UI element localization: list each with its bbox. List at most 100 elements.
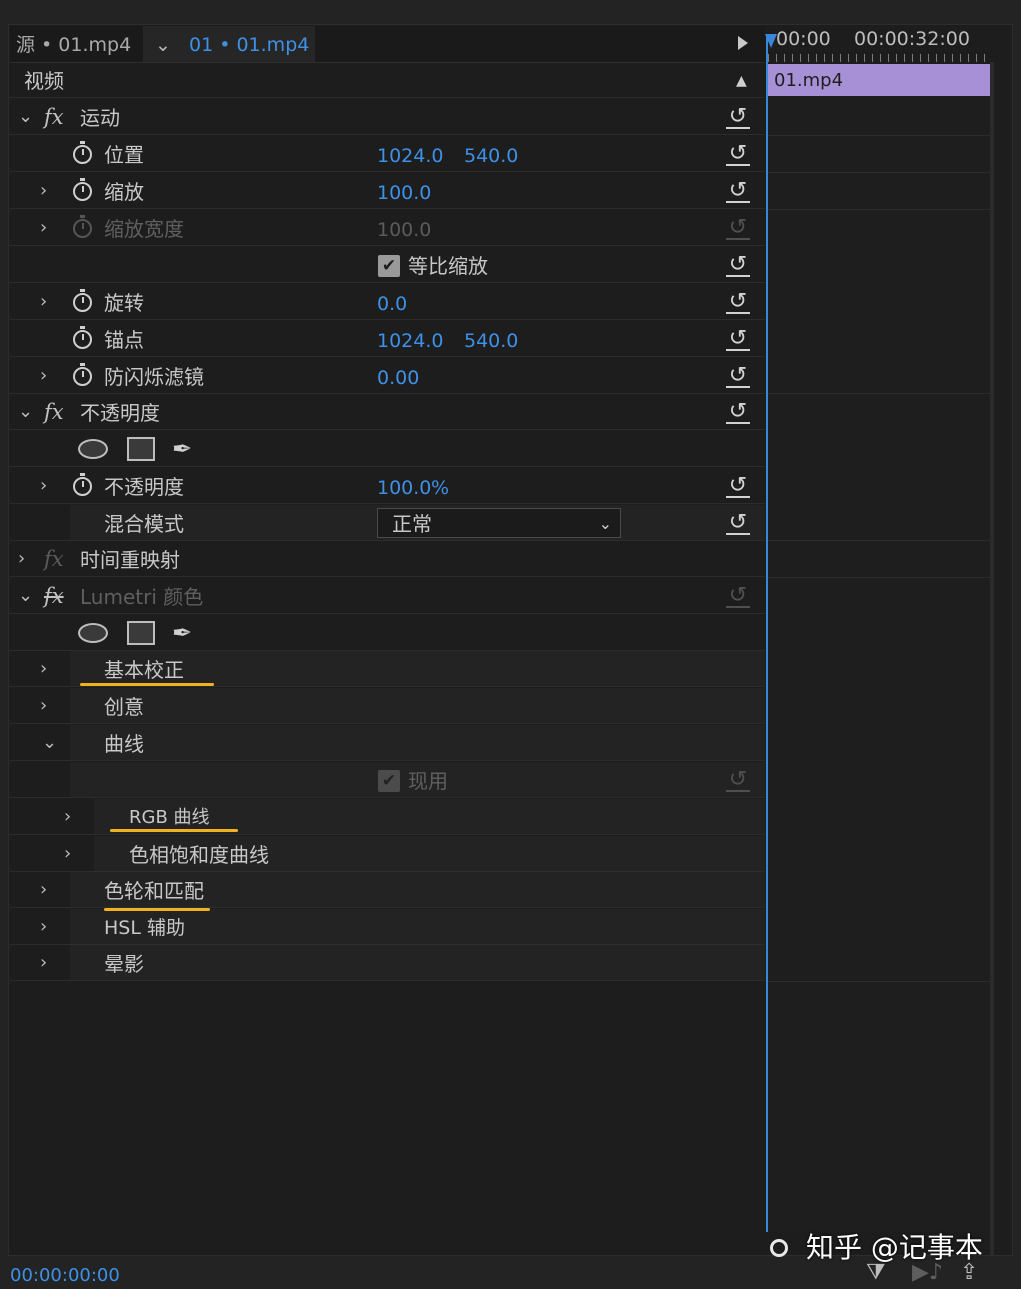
chevron-down-icon[interactable]: ⌄ [155, 26, 171, 64]
ellipse-mask-icon[interactable] [78, 439, 108, 459]
lumetri-creative-label: 创意 [104, 695, 144, 719]
rectangle-mask-icon[interactable] [127, 621, 155, 645]
chevron-down-icon: ⌄ [598, 514, 612, 533]
scale-width-value: 100.0 [377, 219, 432, 241]
param-anti-flicker-label: 防闪烁滤镜 [104, 365, 204, 389]
chevron-right-icon[interactable]: › [40, 909, 47, 945]
reset-icon[interactable]: ↺ [726, 327, 750, 351]
fx-icon[interactable]: fx [44, 99, 64, 136]
uniform-scale-label: 等比缩放 [408, 254, 488, 278]
play-only-arrow-icon[interactable] [738, 36, 748, 50]
anchor-y-value[interactable]: 540.0 [464, 321, 518, 361]
effect-opacity-row[interactable]: ⌄ fx 不透明度 ↺ [10, 394, 765, 430]
position-y-value[interactable]: 540.0 [464, 136, 518, 176]
param-opacity-label: 不透明度 [104, 475, 184, 499]
tab-source[interactable]: 源 • 01.mp4 [16, 26, 131, 62]
uniform-scale-checkbox[interactable]: ✔ [378, 255, 400, 277]
pen-mask-icon[interactable]: ✒ [172, 615, 192, 651]
hue-sat-curves-label: 色相饱和度曲线 [129, 843, 269, 867]
chevron-down-icon[interactable]: ⌄ [18, 394, 33, 430]
reset-icon[interactable]: ↺ [726, 142, 750, 166]
curves-enable-checkbox[interactable]: ✔ [378, 770, 400, 792]
chevron-down-icon[interactable]: ⌄ [42, 725, 57, 761]
effect-motion-row[interactable]: ⌄ fx 运动 ↺ [10, 99, 765, 135]
lumetri-vignette-row[interactable]: › 晕影 [10, 945, 765, 981]
effect-lumetri-label: Lumetri 颜色 [80, 585, 204, 609]
lumetri-color-wheels-row[interactable]: › 色轮和匹配 [10, 872, 765, 908]
effect-time-remap-row[interactable]: › fx 时间重映射 [10, 541, 765, 577]
reset-icon[interactable]: ↺ [726, 511, 750, 535]
timeline-scrollbar[interactable] [990, 62, 994, 1256]
scale-value[interactable]: 100.0 [377, 173, 431, 213]
highlight-underline [104, 908, 210, 911]
stopwatch-icon[interactable] [73, 363, 92, 386]
reset-icon[interactable]: ↺ [726, 179, 750, 203]
pen-mask-icon[interactable]: ✒ [172, 431, 192, 467]
reset-icon: ↺ [726, 216, 750, 240]
reset-icon[interactable]: ↺ [726, 253, 750, 277]
anti-flicker-value[interactable]: 0.00 [377, 358, 419, 398]
lumetri-hsl-row[interactable]: › HSL 辅助 [10, 909, 765, 945]
collapse-up-icon[interactable]: ▲ [736, 62, 747, 100]
param-scale-label: 缩放 [104, 180, 144, 204]
lumetri-mask-tools-row: ✒ [10, 615, 765, 651]
chevron-down-icon[interactable]: ⌄ [18, 578, 33, 614]
param-position-row: 位置 1024.0 540.0 ↺ [10, 136, 765, 172]
chevron-right-icon[interactable]: › [40, 468, 47, 504]
effect-time-remap-label: 时间重映射 [80, 548, 180, 572]
stopwatch-icon[interactable] [73, 289, 92, 312]
rotation-value[interactable]: 0.0 [377, 284, 407, 324]
reset-icon: ↺ [726, 768, 750, 792]
chevron-right-icon[interactable]: › [40, 358, 47, 394]
lumetri-curves-row[interactable]: ⌄ 曲线 [10, 725, 765, 761]
hue-sat-curves-row[interactable]: › 色相饱和度曲线 [10, 836, 765, 872]
timeline-track-area[interactable] [768, 96, 990, 1232]
reset-icon[interactable]: ↺ [726, 364, 750, 388]
position-x-value[interactable]: 1024.0 [377, 136, 443, 176]
ellipse-mask-icon[interactable] [78, 623, 108, 643]
param-rotation-row: › 旋转 0.0 ↺ [10, 284, 765, 320]
rectangle-mask-icon[interactable] [127, 437, 155, 461]
reset-icon[interactable]: ↺ [726, 105, 750, 129]
chevron-right-icon[interactable]: › [40, 210, 47, 246]
timeline-start-time: 00:00 [776, 28, 831, 50]
reset-icon[interactable]: ↺ [726, 400, 750, 424]
curves-enable-row: ✔ 现用 ↺ [10, 762, 765, 798]
effect-motion-label: 运动 [80, 106, 120, 130]
stopwatch-icon[interactable] [73, 326, 92, 349]
curves-enable-label: 现用 [408, 769, 448, 793]
playhead-line[interactable] [766, 36, 768, 1232]
param-position-label: 位置 [104, 143, 144, 167]
chevron-right-icon[interactable]: › [40, 284, 47, 320]
fx-icon[interactable]: fx [44, 394, 64, 431]
timeline-clip[interactable]: 01.mp4 [768, 64, 990, 96]
chevron-right-icon[interactable]: › [40, 651, 47, 687]
chevron-right-icon[interactable]: › [40, 173, 47, 209]
blend-mode-select[interactable]: 正常 ⌄ [377, 508, 621, 538]
anchor-x-value[interactable]: 1024.0 [377, 321, 443, 361]
chevron-right-icon[interactable]: › [18, 541, 25, 577]
video-section-label: 视频 [24, 69, 64, 93]
reset-icon[interactable]: ↺ [726, 474, 750, 498]
tab-sequence-label: 01 • 01.mp4 [189, 34, 310, 56]
lumetri-basic-row[interactable]: › 基本校正 [10, 651, 765, 687]
stopwatch-icon[interactable] [73, 178, 92, 201]
chevron-right-icon[interactable]: › [64, 799, 71, 835]
stopwatch-icon[interactable] [73, 473, 92, 496]
fx-disabled-icon[interactable]: fx [44, 578, 64, 615]
lumetri-creative-row[interactable]: › 创意 [10, 688, 765, 724]
chevron-right-icon[interactable]: › [40, 945, 47, 981]
time-ruler[interactable] [768, 54, 990, 62]
reset-icon[interactable]: ↺ [726, 290, 750, 314]
stopwatch-icon[interactable] [73, 141, 92, 164]
chevron-down-icon[interactable]: ⌄ [18, 99, 33, 135]
opacity-value[interactable]: 100.0 [377, 468, 431, 508]
playhead-handle[interactable] [765, 34, 777, 48]
chevron-right-icon[interactable]: › [40, 872, 47, 908]
tab-sequence-clip[interactable]: ⌄ 01 • 01.mp4 [143, 26, 315, 62]
chevron-right-icon[interactable]: › [40, 688, 47, 724]
effect-opacity-label: 不透明度 [80, 401, 160, 425]
current-timecode[interactable]: 00:00:00:00 [10, 1265, 120, 1286]
effect-lumetri-row[interactable]: ⌄ fx Lumetri 颜色 ↺ [10, 578, 765, 614]
chevron-right-icon[interactable]: › [64, 836, 71, 872]
